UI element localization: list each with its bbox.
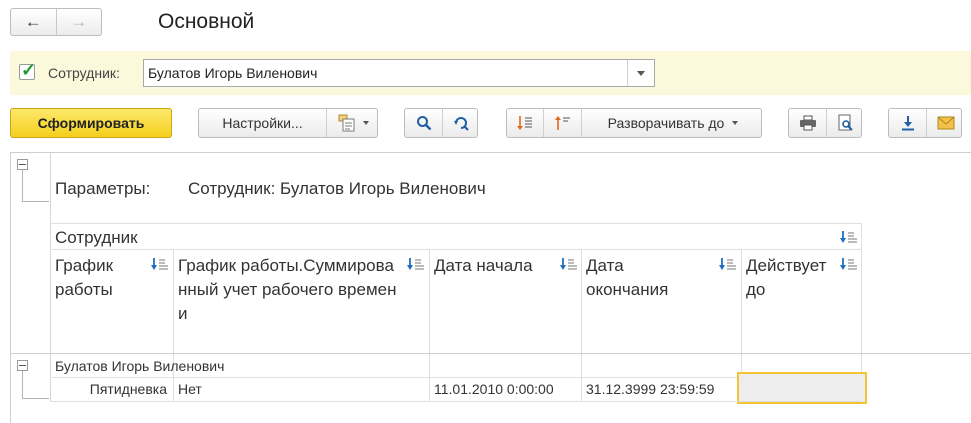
sort-icon[interactable] [560, 257, 580, 271]
sort-descending-icon [517, 116, 532, 130]
sort-icon[interactable] [840, 230, 860, 244]
generate-button[interactable]: Сформировать [10, 108, 172, 138]
group-header: Сотрудник [55, 228, 138, 247]
collapse-employee-toggle[interactable] [17, 360, 28, 371]
send-email-button[interactable] [926, 109, 964, 137]
find-next-button[interactable] [442, 109, 480, 137]
forward-button[interactable]: → [55, 9, 102, 35]
expand-to-label: Разворачивать до [607, 115, 725, 131]
grid-line [429, 249, 430, 401]
employee-dropdown-button[interactable] [627, 60, 654, 86]
tree-line [22, 170, 23, 202]
sort-ascending-icon [555, 116, 570, 130]
employee-filter-checkbox[interactable]: ✓ [19, 60, 36, 80]
column-header-end-date[interactable]: Дата окончания [586, 254, 706, 302]
arrow-right-icon: → [70, 12, 88, 31]
arrow-left-icon: ← [24, 12, 42, 31]
expand-to-dropdown[interactable]: Разворачивать до [581, 109, 764, 137]
download-icon [901, 116, 914, 131]
cell-schedule[interactable]: Пятидневка [55, 381, 167, 397]
cell-summarized[interactable]: Нет [178, 381, 202, 397]
cell-end-date[interactable]: 31.12.3999 23:59:59 [586, 381, 714, 397]
print-button[interactable] [789, 109, 826, 137]
column-header-start-date[interactable]: Дата начала [434, 254, 544, 278]
settings-button[interactable]: Настройки... [199, 109, 326, 137]
envelope-icon [937, 116, 954, 130]
grid-line [50, 153, 51, 401]
grouping-group: Разворачивать до [506, 108, 762, 138]
variant-button[interactable] [326, 109, 378, 137]
grid-line [50, 401, 862, 402]
sort-icon[interactable] [719, 257, 739, 271]
page-title: Основной [158, 10, 255, 33]
tree-line [22, 398, 49, 399]
nav-group: ← → [10, 8, 102, 36]
chevron-down-icon [637, 70, 645, 76]
tree-line [22, 371, 23, 399]
report-variants-icon [338, 114, 354, 132]
employee-field[interactable]: Булатов Игорь Виленович [143, 59, 655, 87]
column-header-valid-until[interactable]: Действует до [746, 254, 838, 302]
search-group [404, 108, 478, 138]
grid-line [173, 249, 174, 401]
print-preview-button[interactable] [826, 109, 864, 137]
column-header-schedule[interactable]: График работы [55, 254, 150, 302]
employee-field-value: Булатов Игорь Виленович [148, 65, 318, 81]
print-preview-icon [838, 114, 853, 131]
collapse-groups-button[interactable] [507, 109, 543, 137]
group-row-employee[interactable]: Булатов Игорь Виленович [55, 358, 224, 374]
employee-filter-label: Сотрудник: [48, 65, 120, 81]
sort-icon[interactable] [840, 257, 860, 271]
filter-bar: ✓ Сотрудник: Булатов Игорь Виленович [10, 51, 971, 95]
expand-groups-button[interactable] [543, 109, 582, 137]
search-next-icon [453, 117, 469, 131]
cell-valid-until[interactable] [737, 372, 867, 404]
cell-start-date[interactable]: 11.01.2010 0:00:00 [434, 381, 554, 397]
print-group [788, 108, 862, 138]
find-button[interactable] [405, 109, 442, 137]
printer-icon [799, 115, 816, 131]
grid-line [581, 249, 582, 401]
tree-line [22, 201, 49, 202]
export-group [888, 108, 962, 138]
save-button[interactable] [889, 109, 926, 137]
grid-line [50, 223, 862, 224]
grid-line [11, 353, 971, 354]
chevron-down-icon [362, 121, 369, 125]
params-value: Сотрудник: Булатов Игорь Виленович [188, 179, 486, 198]
back-button[interactable]: ← [11, 9, 56, 35]
params-label: Параметры: [55, 179, 151, 198]
sort-icon[interactable] [151, 257, 171, 271]
sort-icon[interactable] [407, 257, 427, 271]
column-header-summarized[interactable]: График работы.Суммированный учет рабочег… [178, 254, 403, 326]
collapse-params-toggle[interactable] [17, 159, 28, 170]
settings-group: Настройки... [198, 108, 378, 138]
chevron-down-icon [732, 121, 739, 125]
search-icon [416, 116, 431, 131]
checkmark-icon: ✓ [21, 60, 37, 80]
report-area: Параметры: Сотрудник: Булатов Игорь Виле… [10, 152, 971, 423]
